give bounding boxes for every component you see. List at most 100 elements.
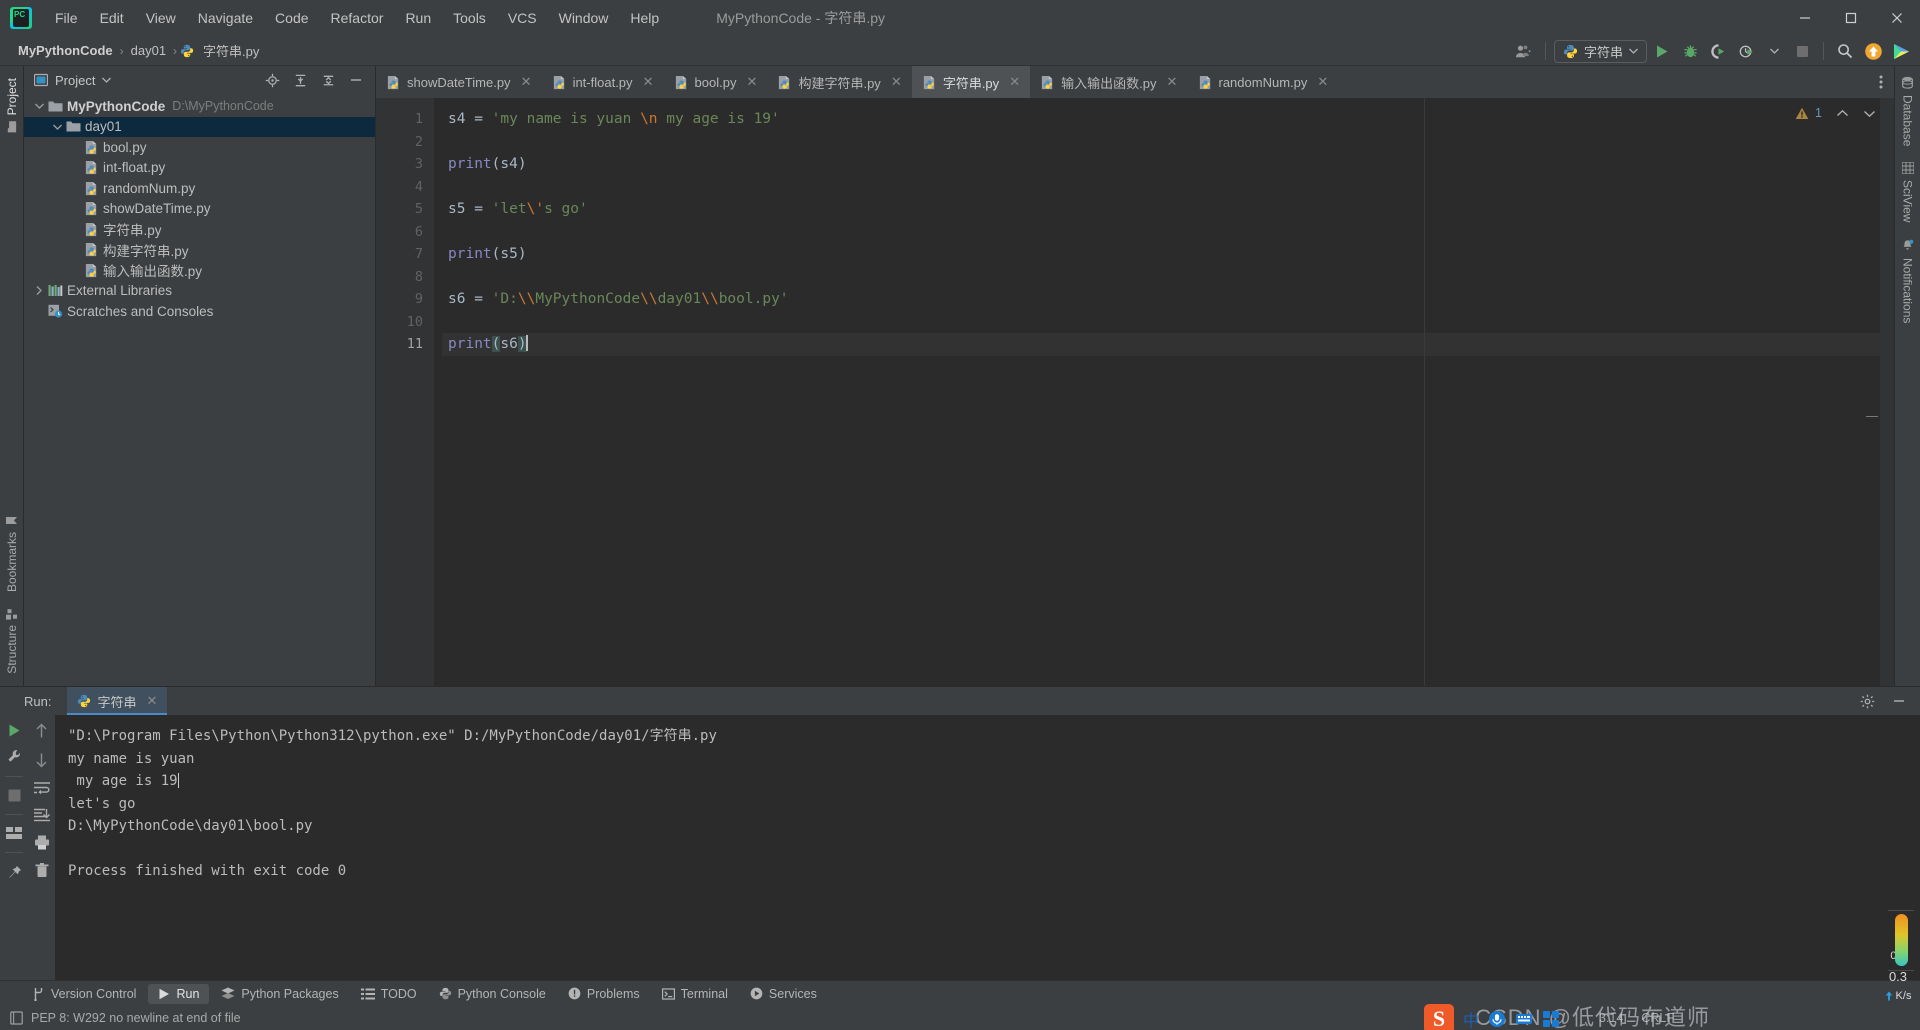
close-button[interactable] [1874, 0, 1920, 36]
next-highlight-icon[interactable] [1863, 109, 1876, 118]
code-line[interactable]: s6 = 'D:\\MyPythonCode\\day01\\bool.py' [442, 288, 1894, 311]
sidebar-item-structure[interactable]: Structure [2, 602, 22, 680]
tool-window-button-python-console[interactable]: Python Console [429, 984, 556, 1004]
menu-item-refactor[interactable]: Refactor [320, 5, 395, 31]
tree-item[interactable]: External Libraries [24, 281, 375, 302]
menu-item-view[interactable]: View [135, 5, 187, 31]
editor-tab[interactable]: 字符串.py ✕ [911, 66, 1031, 98]
tree-item[interactable]: bool.py [24, 137, 375, 158]
line-number[interactable]: 7 [376, 243, 434, 266]
code-line[interactable] [442, 221, 1894, 244]
minimize-icon[interactable] [1886, 689, 1912, 713]
code-line[interactable] [442, 176, 1894, 199]
debug-button[interactable] [1677, 39, 1703, 63]
close-icon[interactable]: ✕ [642, 74, 655, 90]
hide-panel-icon[interactable] [343, 68, 369, 92]
soft-wrap-icon[interactable] [33, 781, 50, 795]
editor-tab[interactable]: int-float.py ✕ [542, 66, 664, 98]
search-everywhere-icon[interactable] [1832, 39, 1858, 63]
profile-button[interactable] [1733, 39, 1759, 63]
run-button[interactable] [1649, 39, 1675, 63]
code-line[interactable]: print(s4) [442, 153, 1894, 176]
code-content[interactable]: s4 = 'my name is yuan \n my age is 19' p… [442, 98, 1894, 686]
prev-highlight-icon[interactable] [1836, 109, 1849, 118]
fold-marker[interactable] [1866, 416, 1878, 417]
run-configuration-selector[interactable]: 字符串 [1553, 39, 1647, 63]
code-line[interactable]: s5 = 'let\'s go' [442, 198, 1894, 221]
tool-window-button-terminal[interactable]: Terminal [652, 984, 738, 1004]
close-icon[interactable]: ✕ [890, 74, 903, 90]
menu-item-vcs[interactable]: VCS [497, 5, 548, 31]
editor-tabs-menu-icon[interactable] [1868, 66, 1894, 98]
tool-window-button-problems[interactable]: Problems [558, 984, 650, 1004]
editor-tab[interactable]: bool.py ✕ [664, 66, 768, 98]
chevron-down-icon[interactable] [50, 124, 64, 130]
editor-inspection-status[interactable]: 1 [1795, 106, 1876, 120]
update-project-icon[interactable] [1860, 39, 1886, 63]
sidebar-item-notifications[interactable]: Notifications [1899, 235, 1917, 327]
close-icon[interactable]: ✕ [745, 74, 758, 90]
menu-item-edit[interactable]: Edit [89, 5, 135, 31]
code-line[interactable]: print(s5) [442, 243, 1894, 266]
tree-item[interactable]: Scratches and Consoles [24, 301, 375, 322]
menu-item-file[interactable]: File [44, 5, 89, 31]
code-line[interactable] [442, 266, 1894, 289]
sidebar-item-project[interactable]: Project [2, 72, 22, 139]
tree-item[interactable]: day01 [24, 116, 375, 137]
layout-icon[interactable] [6, 827, 22, 840]
tree-item[interactable]: 输入输出函数.py [24, 260, 375, 281]
tree-item[interactable]: 字符串.py [24, 219, 375, 240]
caret-position[interactable]: 3:14 [1599, 1011, 1623, 1025]
line-number[interactable]: 10 [376, 311, 434, 334]
tool-window-button-version-control[interactable]: Version Control [22, 984, 146, 1004]
close-icon[interactable]: ✕ [1166, 74, 1179, 90]
maximize-button[interactable] [1828, 0, 1874, 36]
project-tree[interactable]: MyPythonCode D:\MyPythonCode day01 bool.py i… [24, 94, 375, 686]
menu-item-help[interactable]: Help [619, 5, 670, 31]
editor-tab[interactable]: showDateTime.py ✕ [376, 66, 542, 98]
tool-window-button-todo[interactable]: TODO [351, 984, 427, 1004]
chevron-down-icon[interactable] [32, 103, 46, 110]
close-icon[interactable]: ✕ [520, 74, 533, 90]
sidebar-item-bookmarks[interactable]: Bookmarks [2, 508, 22, 598]
breadcrumb-item[interactable]: day01 [127, 41, 170, 60]
sidebar-item-database[interactable]: Database [1899, 72, 1917, 150]
trash-icon[interactable] [35, 863, 49, 878]
tree-item[interactable]: int-float.py [24, 158, 375, 179]
menu-item-navigate[interactable]: Navigate [187, 5, 264, 31]
stop-icon[interactable] [8, 789, 21, 802]
breadcrumb-item[interactable]: 字符串.py [199, 39, 263, 62]
gear-icon[interactable] [1854, 689, 1880, 713]
expand-all-icon[interactable] [287, 68, 313, 92]
line-number[interactable]: 2 [376, 131, 434, 154]
tree-item[interactable]: randomNum.py [24, 178, 375, 199]
minimize-button[interactable] [1782, 0, 1828, 36]
line-number[interactable]: 8 [376, 266, 434, 289]
menu-item-window[interactable]: Window [548, 5, 620, 31]
editor-tab[interactable]: randomNum.py ✕ [1188, 66, 1339, 98]
code-line[interactable] [442, 311, 1894, 334]
line-number[interactable]: 6 [376, 221, 434, 244]
scroll-to-end-icon[interactable] [33, 808, 50, 822]
pin-icon[interactable] [7, 865, 22, 880]
editor-gutter[interactable]: 1 2 3 4 5 6 7 8 9 10 11 [376, 98, 434, 686]
code-line[interactable] [442, 131, 1894, 154]
wrench-icon[interactable] [7, 749, 22, 764]
chevron-right-icon[interactable] [32, 286, 46, 296]
editor-tab[interactable]: 输入输出函数.py ✕ [1030, 66, 1187, 98]
rerun-icon[interactable] [7, 723, 22, 738]
down-arrow-icon[interactable] [35, 752, 48, 768]
code-line[interactable]: s4 = 'my name is yuan \n my age is 19' [442, 108, 1894, 131]
menu-item-run[interactable]: Run [394, 5, 442, 31]
close-icon[interactable]: ✕ [146, 693, 157, 709]
chevron-down-icon[interactable] [102, 77, 112, 83]
print-icon[interactable] [34, 835, 50, 850]
breadcrumb-item[interactable]: MyPythonCode [14, 41, 117, 60]
tool-window-button-python-packages[interactable]: Python Packages [211, 984, 348, 1004]
tree-item[interactable]: MyPythonCode D:\MyPythonCode [24, 96, 375, 117]
close-icon[interactable]: ✕ [1008, 74, 1021, 90]
account-icon[interactable] [1511, 39, 1537, 63]
coverage-button[interactable] [1705, 39, 1731, 63]
sidebar-item-sciview[interactable]: SciView [1899, 158, 1917, 226]
profile-dropdown-icon[interactable] [1761, 39, 1787, 63]
